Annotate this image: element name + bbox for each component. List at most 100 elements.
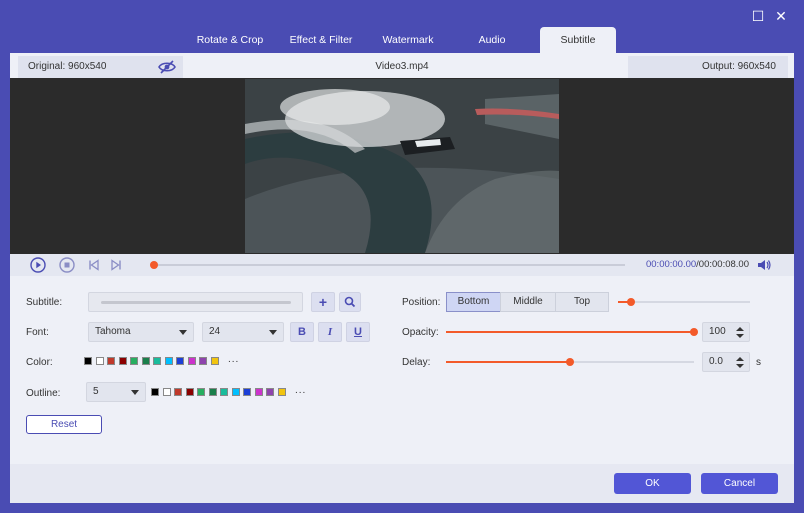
outline-color-swatch[interactable]: [185, 388, 194, 396]
delay-value: 0.0: [709, 356, 723, 367]
output-resolution: Output: 960x540: [702, 61, 776, 72]
font-family-select[interactable]: Tahoma: [88, 322, 194, 342]
position-top-button[interactable]: Top: [555, 292, 609, 312]
outline-color-swatch[interactable]: [197, 388, 205, 396]
ok-button[interactable]: OK: [614, 473, 691, 494]
opacity-label: Opacity:: [402, 327, 439, 338]
increment-icon[interactable]: [736, 357, 744, 361]
editor-window: ☐ ✕ Rotate & Crop Effect & Filter Waterm…: [0, 0, 804, 513]
outline-color-swatch[interactable]: [277, 388, 286, 396]
color-swatch[interactable]: [164, 357, 173, 365]
opacity-stepper[interactable]: 100: [702, 322, 750, 342]
info-bar: Video3.mp4 Original: 960x540 Output: 960…: [10, 56, 794, 78]
position-label: Position:: [402, 297, 441, 308]
output-resolution-badge: Output: 960x540: [628, 56, 788, 78]
delay-stepper[interactable]: 0.0: [702, 352, 750, 372]
next-frame-icon[interactable]: [108, 257, 124, 273]
playback-progress-handle[interactable]: [150, 261, 158, 269]
timecode: 00:00:00.00/00:00:08.00: [646, 259, 749, 270]
more-colors-button[interactable]: ...: [228, 354, 239, 365]
position-middle-button[interactable]: Middle: [500, 292, 556, 312]
font-label: Font:: [26, 327, 49, 338]
chevron-down-icon: [179, 330, 187, 335]
cancel-button[interactable]: Cancel: [701, 473, 778, 494]
subtitle-label: Subtitle:: [26, 297, 63, 308]
position-bottom-button[interactable]: Bottom: [446, 292, 501, 312]
outline-width-select[interactable]: 5: [86, 382, 146, 402]
subtitle-file-field[interactable]: [88, 292, 303, 312]
color-swatch[interactable]: [95, 357, 104, 365]
color-swatch[interactable]: [199, 357, 207, 365]
outline-color-swatch[interactable]: [208, 388, 217, 396]
total-time: /00:00:08.00: [696, 259, 749, 270]
outline-color-swatch[interactable]: [266, 388, 274, 396]
video-thumbnail: [245, 79, 559, 253]
font-size-value: 24: [209, 326, 221, 337]
more-outline-colors-button[interactable]: ...: [295, 385, 306, 396]
search-subtitle-icon[interactable]: [339, 292, 361, 312]
color-swatch[interactable]: [141, 357, 150, 365]
underline-button[interactable]: U: [346, 322, 370, 342]
add-subtitle-button[interactable]: +: [311, 292, 335, 312]
play-icon[interactable]: [30, 257, 46, 273]
font-family-value: Tahoma: [95, 326, 131, 337]
chevron-down-icon: [269, 330, 277, 335]
color-label: Color:: [26, 357, 53, 368]
color-swatch[interactable]: [153, 357, 161, 365]
font-size-select[interactable]: 24: [202, 322, 284, 342]
close-icon[interactable]: ✕: [773, 8, 789, 24]
color-swatch[interactable]: [176, 357, 184, 365]
decrement-icon[interactable]: [736, 334, 744, 338]
outline-color-swatch[interactable]: [243, 388, 251, 396]
outline-color-swatch[interactable]: [220, 388, 228, 396]
tab-audio[interactable]: Audio: [458, 27, 526, 53]
maximize-icon[interactable]: ☐: [750, 8, 766, 24]
volume-icon[interactable]: [756, 257, 772, 273]
outline-color-swatch[interactable]: [231, 388, 240, 396]
stop-icon[interactable]: [59, 257, 75, 273]
opacity-handle[interactable]: [690, 328, 698, 336]
delay-unit: s: [756, 357, 761, 368]
video-frame: [245, 79, 559, 253]
color-swatch[interactable]: [107, 357, 115, 365]
reset-button[interactable]: Reset: [26, 415, 102, 434]
tab-subtitle[interactable]: Subtitle: [540, 27, 616, 53]
playback-progress-track[interactable]: [155, 264, 625, 266]
playback-bar: 00:00:00.00/00:00:08.00: [10, 254, 794, 276]
decrement-icon[interactable]: [736, 364, 744, 368]
delay-label: Delay:: [402, 357, 431, 368]
outline-color-swatch[interactable]: [162, 388, 171, 396]
delay-handle[interactable]: [566, 358, 574, 366]
chevron-down-icon: [131, 390, 139, 395]
italic-button[interactable]: I: [318, 322, 342, 342]
tab-effect-filter[interactable]: Effect & Filter: [282, 27, 360, 53]
previous-frame-icon[interactable]: [86, 257, 102, 273]
increment-icon[interactable]: [736, 327, 744, 331]
delay-fill: [446, 361, 570, 363]
color-swatch[interactable]: [84, 357, 92, 365]
eye-toggle-icon[interactable]: [158, 59, 176, 75]
color-swatch[interactable]: [187, 357, 196, 365]
color-swatch[interactable]: [130, 357, 138, 365]
bold-button[interactable]: B: [290, 322, 314, 342]
position-offset-handle[interactable]: [627, 298, 635, 306]
position-offset-track[interactable]: [618, 301, 750, 303]
tab-bar: Rotate & Crop Effect & Filter Watermark …: [0, 27, 804, 53]
outline-color-swatch[interactable]: [174, 388, 182, 396]
outline-label: Outline:: [26, 388, 61, 399]
tab-watermark[interactable]: Watermark: [372, 27, 444, 53]
tab-rotate-crop[interactable]: Rotate & Crop: [190, 27, 270, 53]
original-resolution-badge: Original: 960x540: [18, 56, 183, 78]
current-time: 00:00:00.00: [645, 259, 697, 270]
outline-color-swatches: [151, 388, 301, 398]
outline-color-swatch[interactable]: [151, 388, 159, 396]
outline-color-swatch[interactable]: [254, 388, 263, 396]
blurred-file-name: [101, 301, 291, 304]
color-swatches: [84, 357, 234, 367]
opacity-fill: [446, 331, 694, 333]
outline-width-value: 5: [93, 386, 99, 397]
color-swatch[interactable]: [118, 357, 127, 365]
original-resolution: Original: 960x540: [28, 61, 107, 72]
opacity-value: 100: [709, 326, 726, 337]
color-swatch[interactable]: [210, 357, 219, 365]
